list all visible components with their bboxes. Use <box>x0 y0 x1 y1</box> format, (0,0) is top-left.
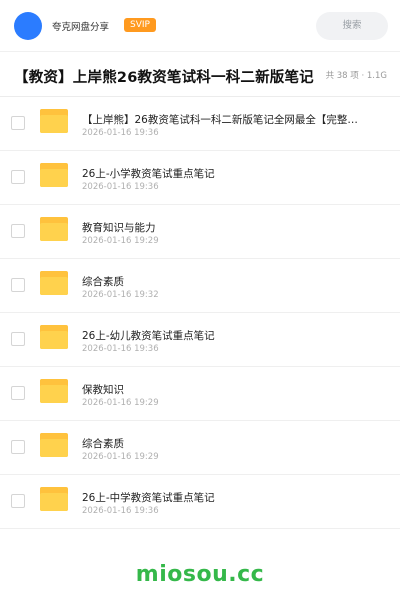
file-date: 2026-01-16 19:36 <box>82 344 159 354</box>
file-date: 2026-01-16 19:29 <box>82 452 159 462</box>
file-row[interactable]: 保教知识 2026-01-16 19:29 <box>0 367 400 421</box>
file-list: 【上岸熊】26教资笔试科一科二新版笔记全网最全【完整版】 2026-01-16 … <box>0 97 400 529</box>
share-title: 【教资】上岸熊26教资笔试科一科二新版笔记 <box>14 70 314 86</box>
file-row[interactable]: 26上-中学教资笔试重点笔记 2026-01-16 19:36 <box>0 475 400 529</box>
file-date: 2026-01-16 19:29 <box>82 236 159 246</box>
row-checkbox[interactable] <box>11 278 25 292</box>
row-checkbox[interactable] <box>11 494 25 508</box>
file-name[interactable]: 保教知识 <box>82 382 362 397</box>
brand-name: 夸克网盘分享 <box>52 22 110 33</box>
row-checkbox[interactable] <box>11 224 25 238</box>
share-title-bar: 【教资】上岸熊26教资笔试科一科二新版笔记 共 38 项 · 1.1G <box>0 52 400 97</box>
folder-icon <box>40 487 68 511</box>
folder-icon <box>40 433 68 457</box>
folder-icon <box>40 163 68 187</box>
file-name[interactable]: 教育知识与能力 <box>82 220 362 235</box>
file-name[interactable]: 综合素质 <box>82 436 362 451</box>
folder-icon <box>40 325 68 349</box>
row-checkbox[interactable] <box>11 332 25 346</box>
file-date: 2026-01-16 19:36 <box>82 128 159 138</box>
file-row[interactable]: 26上-幼儿教资笔试重点笔记 2026-01-16 19:36 <box>0 313 400 367</box>
svip-badge[interactable]: SVIP <box>124 18 156 32</box>
share-meta: 共 38 项 · 1.1G <box>325 71 387 81</box>
file-name[interactable]: 26上-小学教资笔试重点笔记 <box>82 166 362 181</box>
row-checkbox[interactable] <box>11 116 25 130</box>
folder-icon <box>40 109 68 133</box>
file-row[interactable]: 【上岸熊】26教资笔试科一科二新版笔记全网最全【完整版】 2026-01-16 … <box>0 97 400 151</box>
file-row[interactable]: 综合素质 2026-01-16 19:32 <box>0 259 400 313</box>
site-watermark: miosou.cc <box>135 562 265 587</box>
file-row[interactable]: 26上-小学教资笔试重点笔记 2026-01-16 19:36 <box>0 151 400 205</box>
row-checkbox[interactable] <box>11 386 25 400</box>
file-name[interactable]: 综合素质 <box>82 274 362 289</box>
file-date: 2026-01-16 19:29 <box>82 398 159 408</box>
folder-icon <box>40 271 68 295</box>
file-date: 2026-01-16 19:32 <box>82 290 159 300</box>
row-checkbox[interactable] <box>11 170 25 184</box>
file-date: 2026-01-16 19:36 <box>82 182 159 192</box>
top-bar: 夸克网盘分享 SVIP 搜索 <box>0 0 400 52</box>
avatar[interactable] <box>14 12 42 40</box>
file-date: 2026-01-16 19:36 <box>82 506 159 516</box>
file-row[interactable]: 教育知识与能力 2026-01-16 19:29 <box>0 205 400 259</box>
file-row[interactable]: 综合素质 2026-01-16 19:29 <box>0 421 400 475</box>
search-button[interactable]: 搜索 <box>316 12 388 40</box>
row-checkbox[interactable] <box>11 440 25 454</box>
folder-icon <box>40 379 68 403</box>
folder-icon <box>40 217 68 241</box>
file-name[interactable]: 【上岸熊】26教资笔试科一科二新版笔记全网最全【完整版】 <box>82 112 362 127</box>
file-name[interactable]: 26上-幼儿教资笔试重点笔记 <box>82 328 362 343</box>
file-name[interactable]: 26上-中学教资笔试重点笔记 <box>82 490 362 505</box>
